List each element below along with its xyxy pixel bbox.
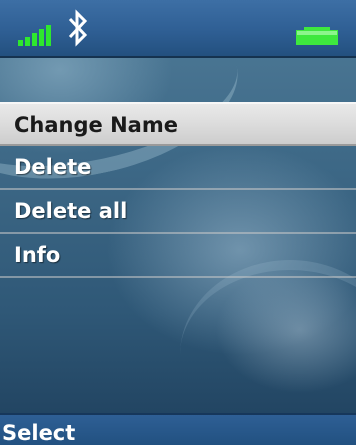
signal-strength-icon bbox=[18, 25, 51, 46]
phone-screen: Change Name Delete Delete all Info Selec… bbox=[0, 0, 356, 445]
options-menu: Change Name Delete Delete all Info bbox=[0, 102, 356, 278]
menu-item-info[interactable]: Info bbox=[0, 234, 356, 278]
select-softkey[interactable]: Select bbox=[2, 419, 75, 445]
menu-item-change-name[interactable]: Change Name bbox=[0, 102, 356, 146]
menu-item-delete-all[interactable]: Delete all bbox=[0, 190, 356, 234]
menu-item-delete[interactable]: Delete bbox=[0, 146, 356, 190]
softkey-bar: Select bbox=[0, 413, 356, 445]
bluetooth-icon bbox=[68, 9, 88, 47]
battery-icon bbox=[296, 27, 338, 45]
status-bar bbox=[0, 0, 356, 58]
